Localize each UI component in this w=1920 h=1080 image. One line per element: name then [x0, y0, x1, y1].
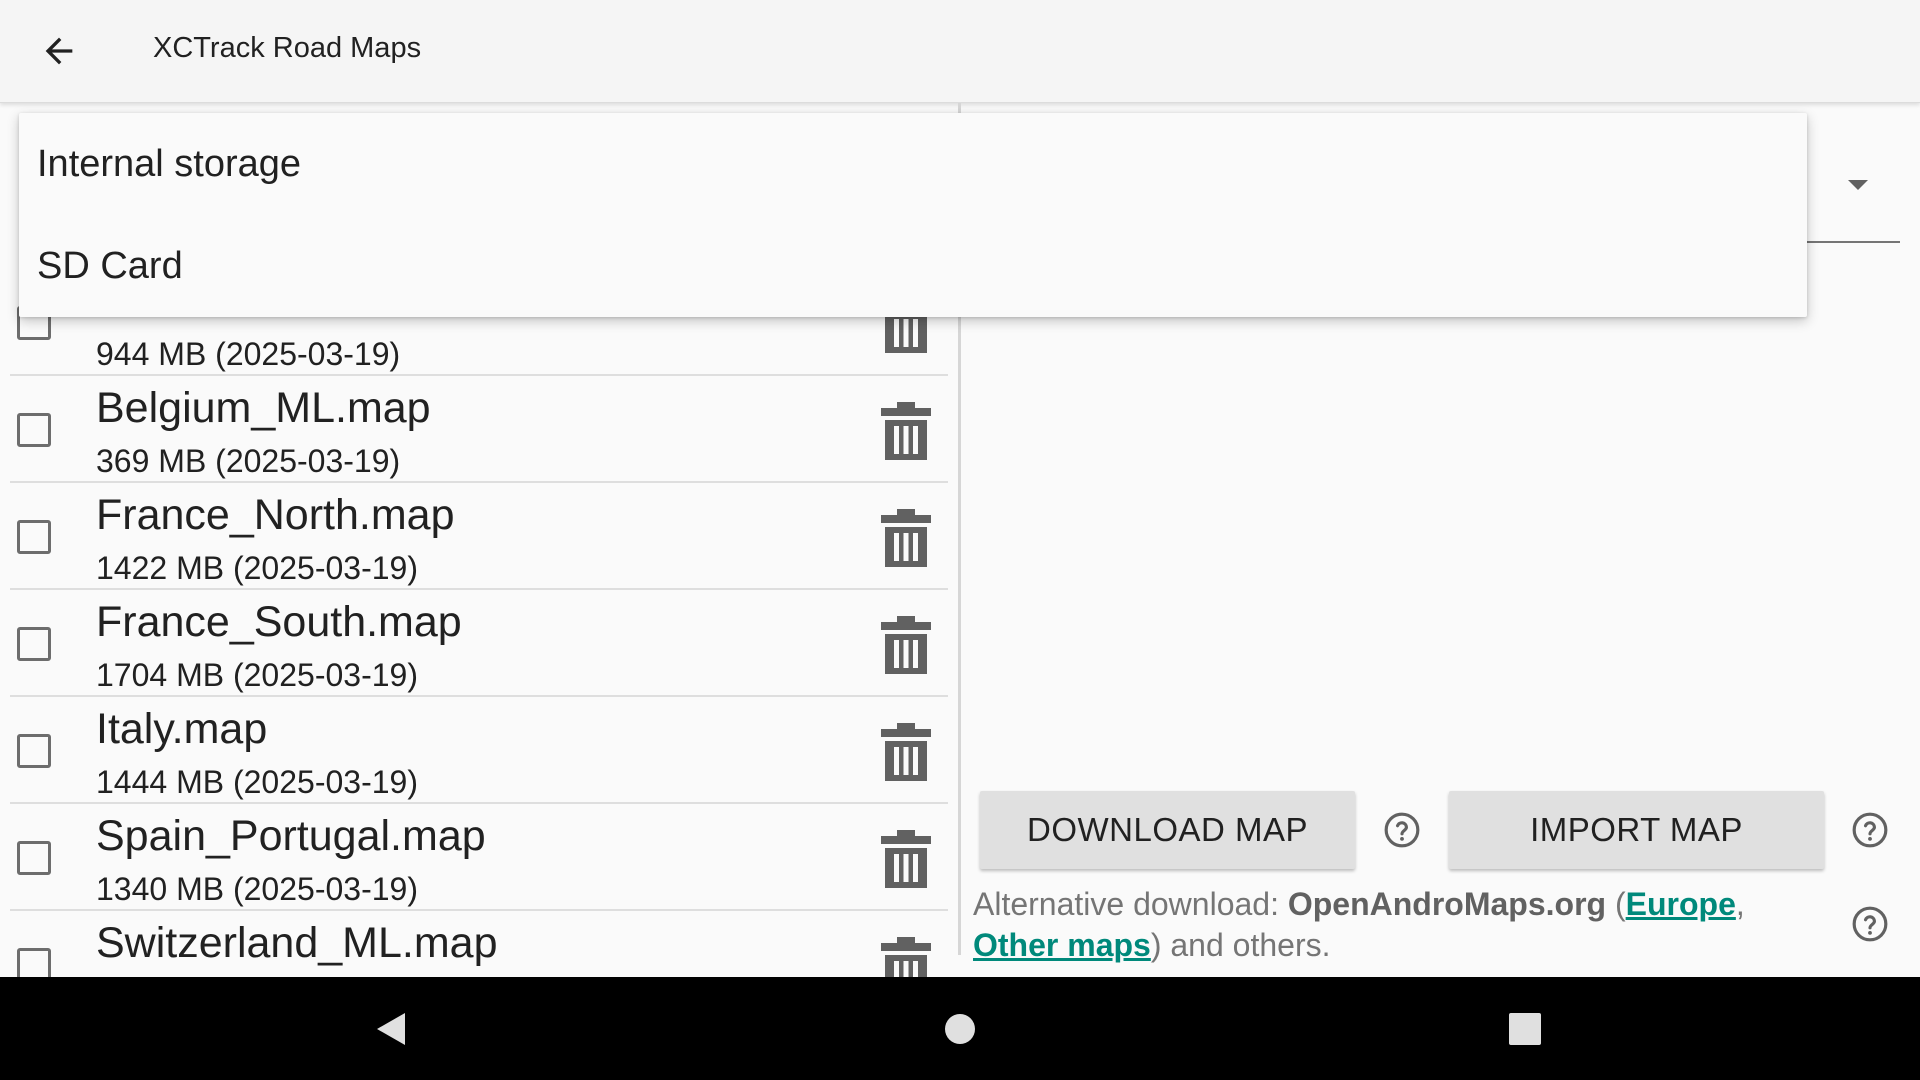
trash-icon[interactable] [881, 616, 931, 674]
trash-icon[interactable] [881, 937, 931, 977]
map-checkbox[interactable] [17, 948, 51, 977]
nav-back-button[interactable] [331, 977, 451, 1080]
map-size: 1422 MB (2025-03-19) [96, 550, 418, 586]
caret-down-icon[interactable] [1848, 180, 1868, 190]
alt-download-open-paren: ( [1606, 886, 1626, 922]
trash-icon[interactable] [881, 402, 931, 460]
system-navigation-bar [0, 977, 1920, 1080]
app-bar: XCTrack Road Maps [0, 0, 1920, 103]
app-title: XCTrack Road Maps [153, 32, 422, 64]
download-map-button[interactable]: DOWNLOAD MAP [980, 791, 1355, 869]
map-name: Switzerland_ML.map [96, 919, 498, 967]
map-checkbox[interactable] [17, 734, 51, 768]
triangle-back-icon [377, 1012, 405, 1045]
nav-recents-button[interactable] [1465, 977, 1585, 1080]
map-row[interactable]: France_North.map 1422 MB (2025-03-19) [10, 481, 948, 590]
map-size: 1704 MB (2025-03-19) [96, 657, 418, 693]
storage-option-internal[interactable]: Internal storage [37, 143, 301, 186]
square-recents-icon [1509, 1012, 1541, 1045]
storage-selector[interactable] [1806, 160, 1900, 242]
alt-download-suffix: ) and others. [1150, 927, 1331, 963]
map-row[interactable]: France_South.map 1704 MB (2025-03-19) [10, 588, 948, 697]
arrow-back-icon [45, 37, 73, 65]
map-size: 944 MB (2025-03-19) [96, 336, 401, 372]
trash-icon[interactable] [881, 723, 931, 781]
map-checkbox[interactable] [17, 841, 51, 875]
map-checkbox[interactable] [17, 520, 51, 554]
other-maps-link[interactable]: Other maps [973, 927, 1151, 963]
storage-option-sd-card[interactable]: SD Card [37, 245, 183, 288]
map-size: 1340 MB (2025-03-19) [96, 871, 418, 907]
map-checkbox[interactable] [17, 627, 51, 661]
import-map-button[interactable]: IMPORT MAP [1449, 791, 1824, 869]
help-circle-icon[interactable] [1851, 905, 1889, 943]
circle-home-icon [945, 1013, 975, 1044]
map-name: Belgium_ML.map [96, 384, 431, 432]
storage-selector-underline [1806, 241, 1900, 243]
nav-home-button[interactable] [900, 977, 1020, 1080]
alt-download-prefix: Alternative download: [973, 886, 1288, 922]
map-row[interactable]: Belgium_ML.map 369 MB (2025-03-19) [10, 374, 948, 483]
trash-icon[interactable] [881, 509, 931, 567]
trash-icon[interactable] [881, 830, 931, 888]
map-name: Italy.map [96, 705, 268, 753]
storage-popup-menu: Internal storage SD Card [19, 113, 1807, 317]
alternative-download-text: Alternative download: OpenAndroMaps.org … [973, 884, 1793, 966]
map-row[interactable]: Italy.map 1444 MB (2025-03-19) [10, 695, 948, 804]
map-row[interactable]: Switzerland_ML.map [10, 909, 948, 977]
map-size: 369 MB (2025-03-19) [96, 443, 401, 479]
map-name: France_North.map [96, 491, 455, 539]
europe-link[interactable]: Europe [1626, 886, 1736, 922]
map-name: France_South.map [96, 598, 462, 646]
help-circle-icon[interactable] [1851, 811, 1889, 849]
alt-download-comma: , [1735, 886, 1745, 922]
alt-download-site: OpenAndroMaps.org [1287, 886, 1607, 922]
map-checkbox[interactable] [17, 413, 51, 447]
back-button[interactable] [30, 22, 88, 80]
help-circle-icon[interactable] [1383, 811, 1421, 849]
map-name: Spain_Portugal.map [96, 812, 486, 860]
map-size: 1444 MB (2025-03-19) [96, 764, 418, 800]
map-row[interactable]: Spain_Portugal.map 1340 MB (2025-03-19) [10, 802, 948, 911]
